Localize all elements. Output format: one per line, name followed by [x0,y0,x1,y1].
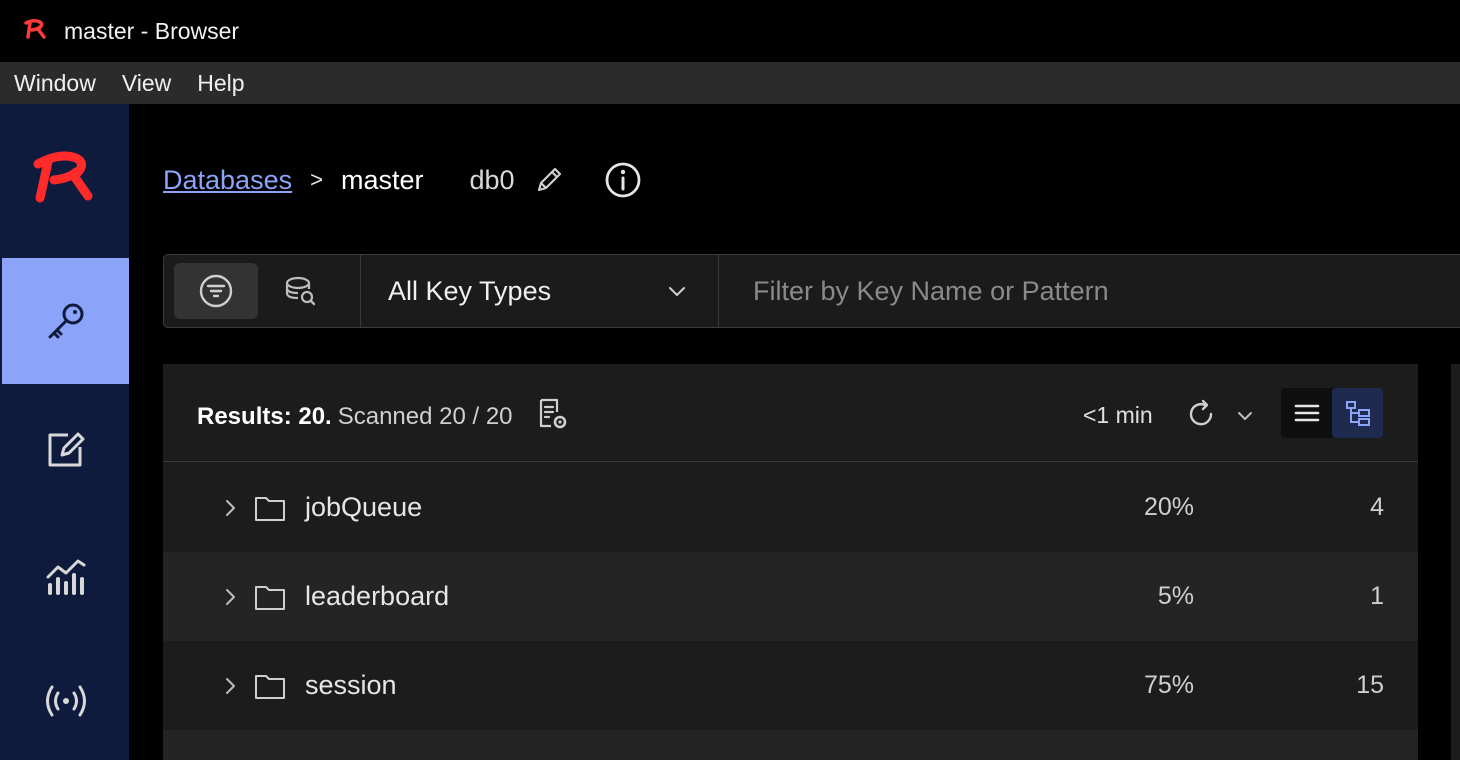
folder-icon [255,585,285,610]
sidebar-item-browser[interactable] [2,258,129,384]
search-mode-group [164,255,361,327]
results-header: Results: 20. Scanned 20 / 20 <1 min [163,364,1418,462]
info-icon[interactable] [603,160,643,200]
chevron-down-icon [669,287,685,296]
breadcrumb: Databases > master db0 [163,162,643,198]
sidebar-item-pubsub[interactable] [2,638,129,760]
key-filter-input[interactable] [753,275,1353,307]
chevron-right-icon[interactable] [219,586,241,608]
auto-refresh-chevron-down-icon[interactable] [1235,406,1255,426]
results-count: Results: 20. [197,403,332,430]
db-index-label: db0 [469,164,515,195]
scanned-count: Scanned 20 / 20 [337,403,513,430]
folder-key-count: 1 [1370,582,1384,610]
folder-percent: 20% [1143,493,1194,521]
tree-row-leaderboard[interactable]: leaderboard 5% 1 [163,552,1418,641]
sidebar-item-analytics[interactable] [2,514,129,640]
title-bar: master - Browser [0,0,1460,62]
breadcrumb-current: master [340,164,424,195]
chevron-right-icon[interactable] [219,497,241,519]
menu-window[interactable]: Window [14,62,96,104]
key-type-select[interactable]: All Key Types [361,255,719,327]
sidebar-item-workbench[interactable] [2,386,129,512]
list-icon [1294,404,1319,422]
pencil-icon[interactable] [533,164,565,196]
scan-settings-icon[interactable] [535,396,571,432]
folder-percent: 75% [1143,671,1194,699]
edit-icon [48,432,84,467]
details-panel-edge [1451,364,1460,760]
view-mode-toggle [1281,388,1383,438]
results-summary: Results: 20. Scanned 20 / 20 [197,398,571,432]
tree-row-session[interactable]: session 75% 15 [163,641,1418,730]
folder-percent: 5% [1157,582,1194,610]
chevron-right-icon[interactable] [219,675,241,697]
app-logo-icon [24,18,46,39]
folder-name: leaderboard [305,581,450,611]
menu-view[interactable]: View [122,62,171,104]
list-view-button[interactable] [1281,388,1332,438]
tree-row-partial [163,730,1418,760]
folder-key-count: 15 [1356,671,1384,699]
search-container [719,255,1460,327]
folder-key-count: 4 [1370,493,1384,521]
last-refresh-time: <1 min [1083,402,1153,428]
main-panel: Databases > master db0 All Key Types Fil… [129,104,1460,760]
database-search-icon [285,276,316,306]
redis-logo-icon [33,151,93,203]
tree-view-button[interactable] [1332,388,1383,438]
filter-mode-button[interactable] [174,263,258,319]
folder-icon [255,674,285,699]
filter-icon [199,274,233,308]
analytics-icon [46,559,85,595]
vector-search-button[interactable] [258,263,342,319]
menu-bar: Window View Help [0,62,1460,104]
broadcast-icon [45,685,86,717]
key-icon [48,303,83,339]
breadcrumb-databases-link[interactable]: Databases [163,165,292,196]
tree-icon [1345,401,1370,426]
menu-help[interactable]: Help [197,62,244,104]
key-type-value: All Key Types [388,275,552,306]
refresh-icon[interactable] [1185,398,1217,430]
results-panel: Results: 20. Scanned 20 / 20 <1 min jobQ… [163,364,1418,760]
sidebar [0,104,129,760]
folder-name: jobQueue [305,492,423,522]
window-title: master - Browser [64,18,240,44]
filter-bar: All Key Types [163,254,1460,328]
folder-icon [255,496,285,521]
breadcrumb-separator: > [310,167,323,192]
tree-row-jobqueue[interactable]: jobQueue 20% 4 [163,463,1418,552]
folder-name: session [305,670,397,700]
